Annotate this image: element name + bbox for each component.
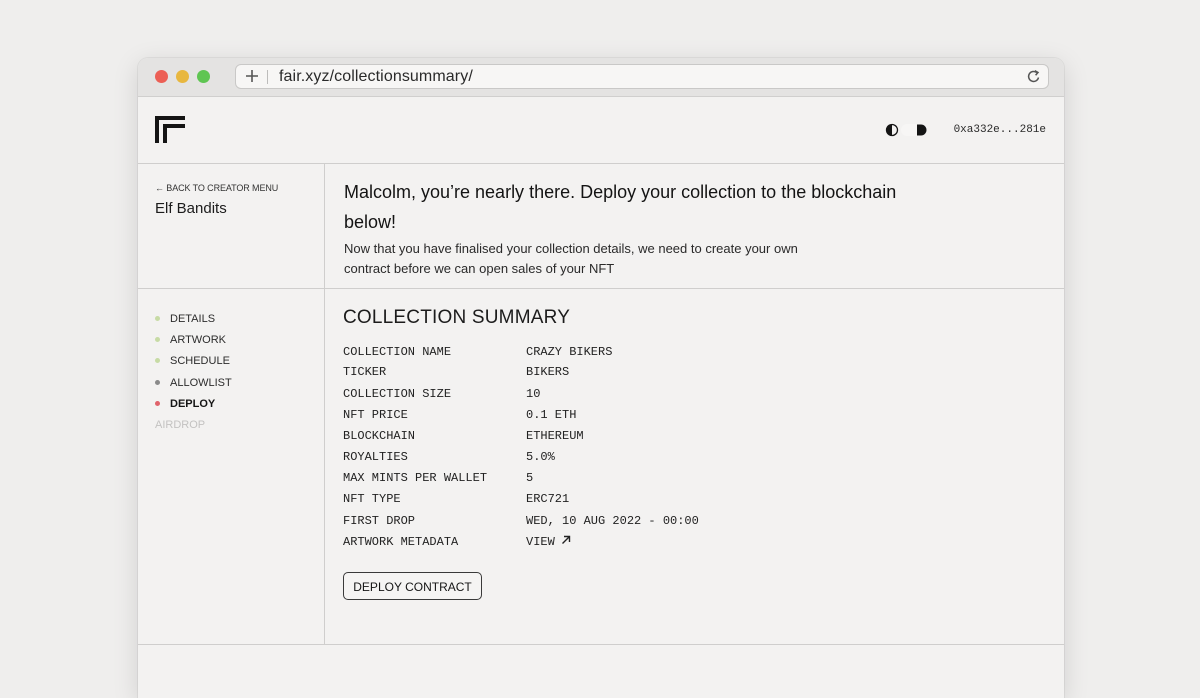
sidebar-collection-header: ← BACK TO CREATOR MENU Elf Bandits	[138, 164, 325, 288]
step-status-dot	[155, 401, 160, 406]
fair-logo-icon[interactable]	[155, 116, 185, 143]
summary-key: MAX MINTS PER WALLET	[343, 471, 488, 485]
step-label: SCHEDULE	[170, 355, 230, 367]
step-status-dot	[155, 316, 160, 321]
contrast-toggle-icon[interactable]	[885, 123, 931, 137]
summary-key: NFT PRICE	[343, 408, 408, 422]
summary-value: 5.0%	[526, 450, 555, 464]
step-label: ALLOWLIST	[170, 377, 232, 389]
close-window-button[interactable]	[155, 70, 168, 83]
step-navigation: DETAILS ARTWORK SCHEDULE ALLOWLIST DEPLO…	[138, 289, 325, 644]
summary-key: COLLECTION SIZE	[343, 387, 452, 401]
plus-icon[interactable]	[244, 68, 260, 84]
step-allowlist[interactable]: ALLOWLIST	[155, 377, 232, 391]
summary-key: NFT TYPE	[343, 492, 401, 506]
intro-body: Now that you have finalised your collect…	[344, 241, 798, 276]
step-deploy[interactable]: DEPLOY	[155, 398, 215, 412]
step-label: ARTWORK	[170, 334, 227, 346]
summary-key: FIRST DROP	[343, 514, 416, 528]
step-label: AIRDROP	[155, 419, 206, 431]
step-label: DETAILS	[170, 313, 216, 325]
summary-value: 0.1 ETH	[526, 408, 577, 422]
arrow-up-right-icon	[561, 535, 571, 544]
summary-value: WED, 10 AUG 2022 - 00:00	[526, 514, 699, 528]
view-metadata-link[interactable]: VIEW	[526, 535, 571, 549]
summary-value: 10	[526, 387, 541, 401]
url-text[interactable]: fair.xyz/collectionsummary/	[279, 68, 473, 86]
step-status-dot	[155, 337, 160, 342]
address-bar[interactable]: fair.xyz/collectionsummary/	[235, 64, 1049, 89]
summary-value: ERC721	[526, 492, 570, 506]
summary-value: BIKERS	[526, 365, 570, 379]
summary-key: BLOCKCHAIN	[343, 429, 416, 443]
summary-key: COLLECTION NAME	[343, 345, 452, 359]
summary-value: 5	[526, 471, 534, 485]
step-status-dot	[155, 358, 160, 363]
maximize-window-button[interactable]	[197, 70, 210, 83]
step-label: DEPLOY	[170, 398, 216, 410]
intro-section: Malcolm, you’re nearly there. Deploy you…	[325, 164, 1064, 288]
reload-icon[interactable]	[1025, 68, 1042, 85]
step-airdrop: AIRDROP	[155, 419, 205, 433]
summary-value: CRAZY BIKERS	[526, 345, 613, 359]
summary-key: ROYALTIES	[343, 450, 408, 464]
browser-window: fair.xyz/collectionsummary/ 0xa332e...28…	[138, 58, 1064, 698]
step-schedule[interactable]: SCHEDULE	[155, 355, 230, 369]
view-metadata-label: VIEW	[526, 535, 555, 549]
summary-key: ARTWORK METADATA	[343, 535, 459, 549]
wallet-address[interactable]: 0xa332e...281e	[954, 124, 1046, 136]
browser-titlebar: fair.xyz/collectionsummary/	[138, 58, 1064, 97]
collection-name: Elf Bandits	[155, 200, 227, 217]
address-bar-divider	[267, 70, 268, 84]
summary-value: ETHEREUM	[526, 429, 584, 443]
step-details[interactable]: DETAILS	[155, 313, 215, 327]
minimize-window-button[interactable]	[176, 70, 189, 83]
summary-title: COLLECTION SUMMARY	[343, 307, 571, 328]
summary-key: TICKER	[343, 365, 387, 379]
footer-divider	[138, 644, 1064, 645]
collection-summary: COLLECTION SUMMARY COLLECTION NAME CRAZY…	[325, 289, 1064, 644]
app-header: 0xa332e...281e	[138, 97, 1064, 164]
intro-title: Malcolm, you’re nearly there. Deploy you…	[344, 182, 897, 232]
step-artwork[interactable]: ARTWORK	[155, 334, 226, 348]
back-to-creator-menu-link[interactable]: ← BACK TO CREATOR MENU	[155, 183, 278, 193]
step-status-dot	[155, 380, 160, 385]
deploy-contract-button[interactable]: DEPLOY CONTRACT	[343, 572, 482, 600]
